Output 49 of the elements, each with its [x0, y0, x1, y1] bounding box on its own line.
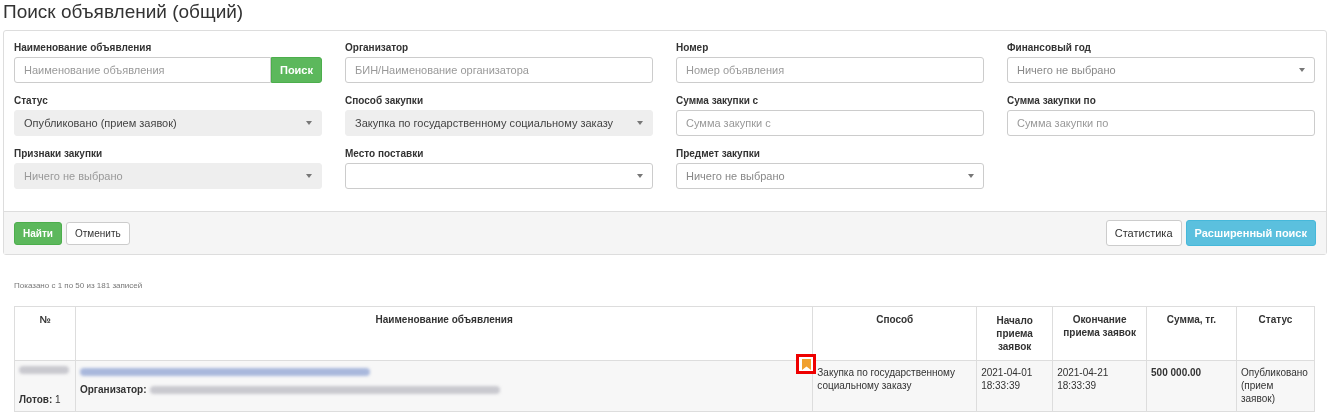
table-cell: 2021-04-01 18:33:39 [976, 360, 1053, 412]
text-field[interactable]: Сумма закупки с [676, 110, 984, 136]
organizer-label: Организатор: [80, 383, 147, 396]
text-field[interactable]: Сумма закупки по [1007, 110, 1315, 136]
caret-icon [1299, 68, 1305, 72]
action-button[interactable]: Отменить [66, 221, 130, 245]
column-header: № [14, 306, 76, 361]
caret-icon [306, 174, 312, 178]
dropdown[interactable]: Опубликовано (прием заявок) [14, 110, 322, 136]
caret-icon [968, 174, 974, 178]
caret-icon [306, 121, 312, 125]
column-header: Сумма, тг. [1146, 306, 1237, 361]
field-label: Признаки закупки [14, 147, 104, 161]
dropdown[interactable]: Ничего не выбрано [1007, 57, 1315, 83]
table-cell: Закупка по государственному социальному заказу [812, 360, 977, 412]
caret-icon [637, 121, 643, 125]
search-button[interactable]: Поиск [271, 57, 322, 83]
field-label: Наименование объявления [14, 41, 153, 55]
field-label: Место поставки [345, 147, 425, 161]
field-label: Организатор [345, 41, 410, 55]
lots-count: Лотов: 1 [19, 393, 62, 406]
action-button[interactable]: Найти [14, 221, 62, 245]
dropdown[interactable]: Закупка по государственному социальному заказу [345, 110, 653, 136]
column-header: Начало приема заявок [976, 306, 1053, 361]
records-info: Показано с 1 по 50 из 181 записей [14, 281, 144, 292]
action-button[interactable]: Статистика [1105, 220, 1182, 246]
field-label: Сумма закупки по [1007, 94, 1097, 108]
field-label: Способ закупки [345, 94, 425, 108]
bookmark-icon[interactable] [796, 354, 817, 374]
caret-icon [637, 174, 643, 178]
field-label: Статус [14, 94, 49, 108]
column-header: Статус [1236, 306, 1315, 361]
column-header: Способ [812, 306, 977, 361]
column-header: Окончание приема заявок [1052, 306, 1147, 361]
redacted-number [19, 366, 69, 374]
text-field[interactable]: Наименование объявления [14, 57, 271, 83]
field-label: Сумма закупки с [676, 94, 760, 108]
page-title: Поиск объявлений (общий) [2, 0, 245, 24]
table-cell: 500 000.00 [1146, 360, 1237, 412]
field-label: Финансовый год [1007, 41, 1092, 55]
field-label: Предмет закупки [676, 147, 761, 161]
text-field[interactable]: БИН/Наименование организатора [345, 57, 653, 83]
column-header: Наименование объявления [75, 306, 813, 361]
table-cell: Опубликовано (прием заявок) [1236, 360, 1315, 412]
field-label: Номер [676, 41, 710, 55]
text-field[interactable]: Номер объявления [676, 57, 984, 83]
dropdown[interactable]: Ничего не выбрано [676, 163, 984, 189]
table-cell: 2021-04-21 18:33:39 [1052, 360, 1147, 412]
action-button[interactable]: Расширенный поиск [1185, 220, 1316, 246]
